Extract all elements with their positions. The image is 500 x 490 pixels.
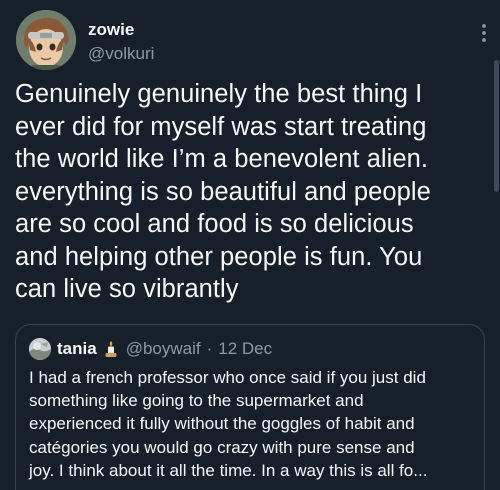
quoted-author-name[interactable]: tania bbox=[57, 339, 97, 359]
more-options-button[interactable] bbox=[478, 22, 490, 44]
candle-emoji-icon bbox=[104, 340, 118, 358]
quoted-tweet-card[interactable]: tania @boywaif · 12 Dec I had a french p… bbox=[15, 324, 485, 490]
author-display-name[interactable]: zowie bbox=[88, 20, 134, 40]
quoted-author-avatar-image bbox=[29, 338, 51, 360]
quoted-author-handle[interactable]: @boywaif bbox=[126, 339, 201, 359]
quoted-tweet-date[interactable]: 12 Dec bbox=[218, 339, 272, 359]
author-avatar[interactable] bbox=[16, 10, 76, 70]
tweet-text: Genuinely genuinely the best thing I eve… bbox=[15, 80, 431, 303]
author-handle[interactable]: @volkuri bbox=[88, 44, 154, 64]
quoted-author-avatar[interactable] bbox=[29, 338, 51, 360]
more-vertical-icon bbox=[482, 24, 486, 42]
scrollbar-thumb[interactable] bbox=[494, 60, 499, 192]
quoted-tweet-header: tania @boywaif · 12 Dec bbox=[29, 338, 272, 360]
quoted-header-separator: · bbox=[206, 339, 213, 358]
author-avatar-image bbox=[16, 10, 76, 70]
quoted-tweet-text: I had a french professor who once said i… bbox=[29, 368, 428, 480]
